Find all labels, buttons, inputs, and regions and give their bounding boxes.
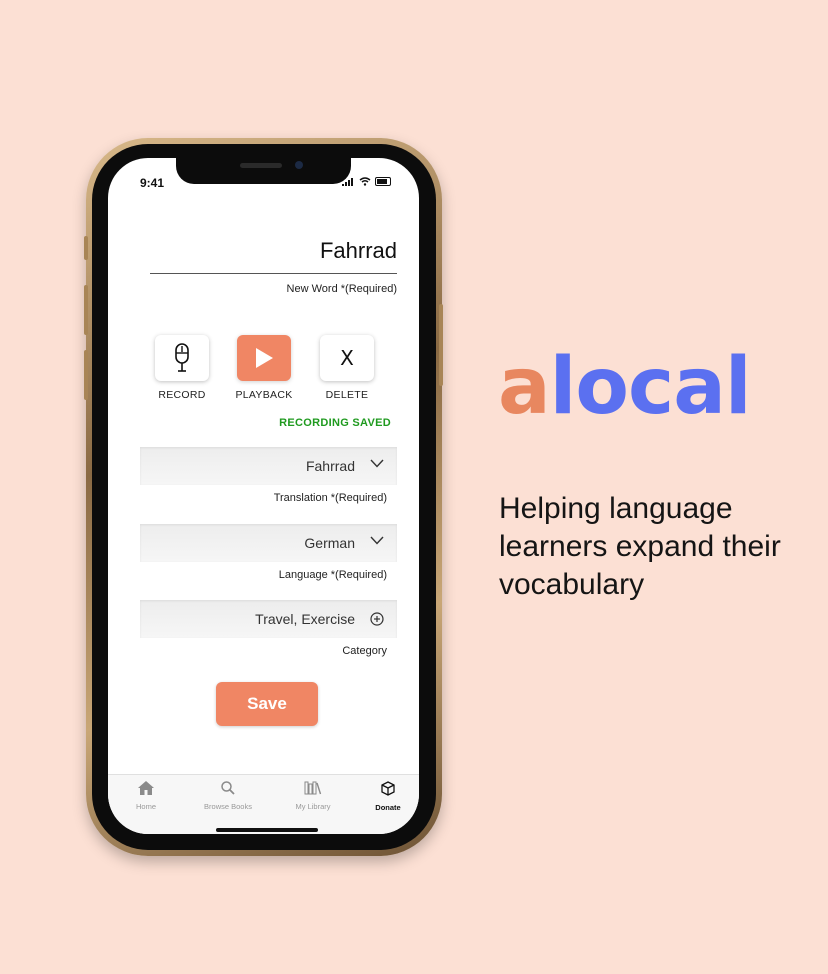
delete-label: DELETE: [325, 389, 369, 401]
search-icon: [221, 781, 235, 795]
tab-donate[interactable]: Donate: [353, 781, 419, 812]
phone-screen: 9:41 Fahrrad New Word *(Required) RECORD…: [108, 158, 419, 834]
mute-switch: [84, 236, 88, 260]
close-icon: X: [340, 346, 354, 370]
tab-home[interactable]: Home: [111, 781, 181, 811]
translation-value: Fahrrad: [305, 458, 355, 474]
chevron-down-icon: [370, 459, 384, 468]
new-word-input[interactable]: Fahrrad: [320, 238, 397, 264]
new-word-underline: [150, 273, 397, 274]
speaker-grille: [240, 163, 282, 168]
play-icon: [256, 348, 273, 368]
home-icon: [138, 781, 154, 795]
power-button: [439, 304, 443, 386]
status-time: 9:41: [140, 176, 165, 190]
recording-status: RECORDING SAVED: [279, 417, 391, 429]
playback-action: PLAYBACK: [235, 335, 292, 401]
tab-label: Browse Books: [204, 802, 252, 811]
tab-my-library[interactable]: My Library: [278, 781, 348, 811]
delete-action: X DELETE: [320, 335, 374, 401]
battery-icon: [375, 177, 391, 186]
library-icon: [304, 781, 322, 795]
chevron-down-icon: [370, 536, 384, 545]
record-button[interactable]: [155, 335, 209, 381]
playback-label: PLAYBACK: [235, 389, 293, 401]
tab-label: My Library: [295, 802, 331, 811]
tab-label: Home: [135, 802, 156, 811]
delete-button[interactable]: X: [320, 335, 374, 381]
tab-label: Donate: [375, 803, 401, 812]
plus-circle-icon[interactable]: [370, 612, 384, 626]
volume-down-button: [84, 350, 88, 400]
record-action: RECORD: [155, 335, 209, 401]
category-field[interactable]: Travel, Exercise: [140, 600, 397, 638]
home-indicator: [216, 828, 318, 832]
front-camera: [295, 161, 303, 169]
playback-button[interactable]: [237, 335, 291, 381]
language-value: German: [304, 535, 355, 551]
translation-label: Translation *(Required): [273, 492, 387, 504]
microphone-icon: [175, 343, 189, 372]
tab-bar: Home Browse Books My Library Donate: [108, 774, 419, 834]
tab-browse-books[interactable]: Browse Books: [193, 781, 263, 811]
language-label: Language *(Required): [278, 569, 387, 581]
category-value: Travel, Exercise: [255, 611, 355, 627]
alocal-logo: alocal: [498, 342, 752, 432]
notch: [176, 158, 351, 184]
category-label: Category: [342, 645, 387, 657]
wifi-icon: [359, 177, 371, 186]
new-word-label: New Word *(Required): [286, 283, 397, 295]
save-button[interactable]: Save: [216, 682, 318, 726]
box-icon: [381, 781, 395, 796]
language-dropdown[interactable]: German: [140, 524, 397, 562]
tagline: Helping language learners expand their v…: [499, 492, 781, 601]
signal-icon: [342, 177, 353, 186]
translation-dropdown[interactable]: Fahrrad: [140, 447, 397, 485]
volume-up-button: [84, 285, 88, 335]
status-icons: [342, 177, 391, 186]
record-label: RECORD: [158, 389, 206, 401]
